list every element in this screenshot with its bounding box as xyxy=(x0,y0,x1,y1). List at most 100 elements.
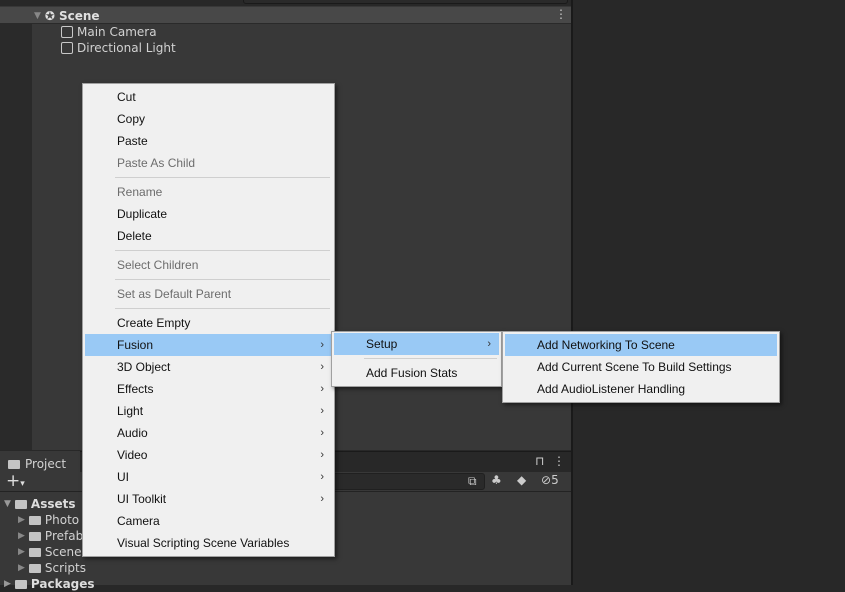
hierarchy-gutter xyxy=(0,24,32,450)
folder-icon xyxy=(28,547,41,557)
menu-separator xyxy=(85,305,332,312)
tree-item[interactable]: ▶ Prefab xyxy=(18,528,83,544)
menu-separator xyxy=(85,276,332,283)
tree-item[interactable]: ▶ Scripts xyxy=(18,560,86,576)
menu-item-label: UI xyxy=(117,470,129,484)
menu-item-create-empty[interactable]: Create Empty xyxy=(85,312,332,334)
menu-separator xyxy=(85,247,332,254)
scene-menu-icon[interactable]: ⋮ xyxy=(555,7,567,21)
menu-item-add-audiolistener-handling[interactable]: Add AudioListener Handling xyxy=(505,378,777,400)
menu-item-fusion[interactable]: Fusion › xyxy=(85,334,332,356)
menu-item-add-networking-to-scene[interactable]: Add Networking To Scene xyxy=(505,334,777,356)
expand-arrow-icon[interactable]: ▼ xyxy=(34,8,41,24)
menu-item-duplicate[interactable]: Duplicate xyxy=(85,203,332,225)
menu-item-label: Delete xyxy=(117,229,152,243)
menu-item-label: Paste xyxy=(117,134,148,148)
chevron-right-icon: › xyxy=(320,405,324,417)
menu-item-label: Visual Scripting Scene Variables xyxy=(117,536,290,550)
menu-item-cut[interactable]: Cut xyxy=(85,86,332,108)
menu-item-light[interactable]: Light › xyxy=(85,400,332,422)
tree-label: Scene xyxy=(44,545,82,559)
item-label: Directional Light xyxy=(77,41,176,55)
chevron-right-icon: › xyxy=(320,493,324,505)
folder-icon xyxy=(28,515,41,525)
menu-item-set-as-default-parent: Set as Default Parent xyxy=(85,283,332,305)
tree-item[interactable]: ▶ Scene xyxy=(18,544,82,560)
menu-item-label: Add Networking To Scene xyxy=(537,338,675,352)
expand-arrow-icon[interactable]: ▶ xyxy=(18,528,25,544)
tree-item-packages[interactable]: ▶ Packages xyxy=(4,576,95,592)
tree-label: Photo xyxy=(44,513,80,527)
menu-item-ui[interactable]: UI › xyxy=(85,466,332,488)
menu-item-label: Effects xyxy=(117,382,154,396)
menu-item-setup[interactable]: Setup › xyxy=(334,333,499,355)
menu-item-effects[interactable]: Effects › xyxy=(85,378,332,400)
menu-item-3d-object[interactable]: 3D Object › xyxy=(85,356,332,378)
tree-label: Assets xyxy=(30,497,76,511)
hierarchy-search-input[interactable] xyxy=(243,0,568,4)
menu-item-audio[interactable]: Audio › xyxy=(85,422,332,444)
menu-item-label: Create Empty xyxy=(117,316,191,330)
menu-item-label: Camera xyxy=(117,514,160,528)
expand-arrow-icon[interactable]: ▶ xyxy=(4,576,11,592)
tab-project[interactable]: Project xyxy=(0,451,80,473)
folder-icon xyxy=(28,531,41,541)
gameobject-cube-icon xyxy=(61,26,73,38)
folder-icon xyxy=(14,579,27,589)
scene-header[interactable]: ▼ ✪ Scene xyxy=(34,8,100,24)
menu-item-label: Light xyxy=(117,404,144,418)
setup-submenu: Add Networking To Scene Add Current Scene… xyxy=(502,331,780,403)
menu-item-video[interactable]: Video › xyxy=(85,444,332,466)
menu-item-label: UI Toolkit xyxy=(117,492,167,506)
tree-item[interactable]: ▶ Photo xyxy=(18,512,79,528)
chevron-right-icon: › xyxy=(320,383,324,395)
tab-label: Project xyxy=(25,457,67,471)
expand-arrow-icon[interactable]: ▼ xyxy=(4,496,11,512)
menu-item-delete[interactable]: Delete xyxy=(85,225,332,247)
menu-item-label: 3D Object xyxy=(117,360,171,374)
menu-item-label: Add Fusion Stats xyxy=(366,366,458,380)
menu-item-label: Set as Default Parent xyxy=(117,287,232,301)
tree-label: Scripts xyxy=(44,561,86,575)
menu-separator xyxy=(334,355,499,362)
menu-item-label: Video xyxy=(117,448,148,462)
menu-item-label: Rename xyxy=(117,185,163,199)
filter-by-type-icon[interactable]: ♣ xyxy=(491,473,502,487)
context-menu: Cut Copy Paste Paste As Child Rename Duplicat… xyxy=(82,83,335,557)
expand-arrow-icon[interactable]: ▶ xyxy=(18,560,25,576)
menu-item-camera[interactable]: Camera xyxy=(85,510,332,532)
chevron-right-icon: › xyxy=(320,427,324,439)
menu-item-label: Select Children xyxy=(117,258,199,272)
add-create-button[interactable]: +▾ xyxy=(6,471,25,491)
menu-item-visual-scripting-scene-variables[interactable]: Visual Scripting Scene Variables xyxy=(85,532,332,554)
chevron-right-icon: › xyxy=(320,339,324,351)
hierarchy-item[interactable]: Directional Light xyxy=(61,40,176,56)
lock-icon[interactable]: ⊓ xyxy=(535,454,544,468)
menu-item-paste-as-child: Paste As Child xyxy=(85,152,332,174)
expand-arrow-icon[interactable]: ▶ xyxy=(18,544,25,560)
tree-item-assets[interactable]: ▼ Assets xyxy=(4,496,76,512)
label-tag-icon[interactable]: ◆ xyxy=(517,473,526,487)
hidden-packages-toggle[interactable]: ⊘5 xyxy=(541,473,559,487)
chevron-right-icon: › xyxy=(320,449,324,461)
hierarchy-item[interactable]: Main Camera xyxy=(61,24,157,40)
menu-item-label: Fusion xyxy=(117,338,154,352)
chevron-right-icon: › xyxy=(320,361,324,373)
menu-item-label: Cut xyxy=(117,90,136,104)
open-folder-icon xyxy=(14,499,27,509)
search-by-type-icon[interactable]: ⧉ xyxy=(468,474,477,489)
menu-item-add-fusion-stats[interactable]: Add Fusion Stats xyxy=(334,362,499,384)
tree-label: Packages xyxy=(30,577,95,591)
expand-arrow-icon[interactable]: ▶ xyxy=(18,512,25,528)
menu-item-label: Copy xyxy=(117,112,146,126)
menu-item-paste[interactable]: Paste xyxy=(85,130,332,152)
menu-item-add-current-scene-to-build-settings[interactable]: Add Current Scene To Build Settings xyxy=(505,356,777,378)
menu-item-label: Duplicate xyxy=(117,207,168,221)
scene-label: Scene xyxy=(58,9,100,23)
menu-item-ui-toolkit[interactable]: UI Toolkit › xyxy=(85,488,332,510)
panel-menu-icon[interactable]: ⋮ xyxy=(553,454,565,468)
menu-item-copy[interactable]: Copy xyxy=(85,108,332,130)
panel-divider[interactable] xyxy=(571,0,573,585)
menu-item-select-children: Select Children xyxy=(85,254,332,276)
menu-item-label: Setup xyxy=(366,337,398,351)
